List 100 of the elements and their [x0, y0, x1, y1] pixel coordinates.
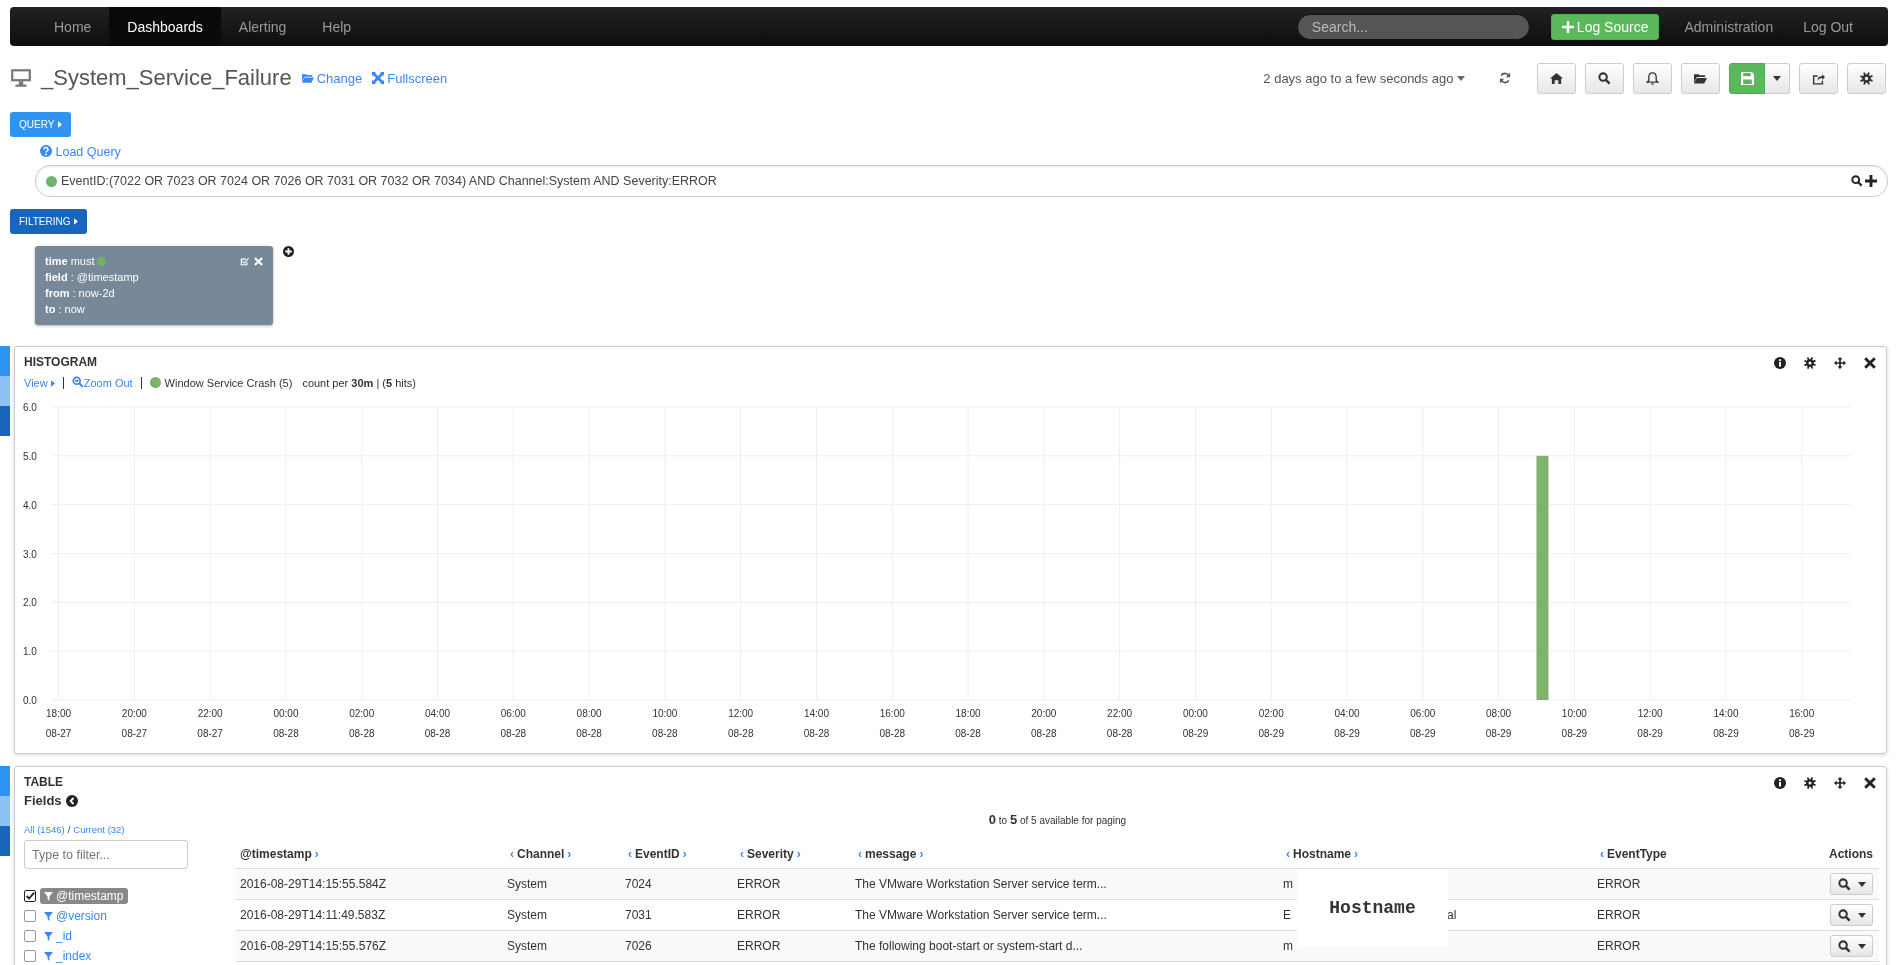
move-icon[interactable]: [1834, 777, 1846, 789]
table-cell: 7024: [625, 877, 652, 891]
caret-icon: [74, 218, 79, 225]
x-axis-label: 16:00 08-28: [879, 708, 906, 739]
x-axis-label: 06:00 08-28: [500, 708, 527, 739]
y-axis-label: 5.0: [23, 450, 37, 462]
x-axis-label: 04:00 08-28: [424, 708, 451, 739]
close-icon[interactable]: [1864, 357, 1876, 369]
column-header[interactable]: ‹ Hostname ›: [1283, 847, 1361, 861]
table-cell: The VMware Workstation Server service term...: [855, 908, 1107, 922]
info-icon[interactable]: [1774, 357, 1786, 369]
column-header[interactable]: ‹ EventID ›: [625, 847, 690, 861]
checkbox[interactable]: [24, 950, 36, 962]
close-icon[interactable]: [1864, 777, 1876, 789]
legend-label: Window Service Crash (5): [164, 376, 293, 389]
table-cell: ERROR: [737, 877, 781, 891]
edit-icon[interactable]: [240, 256, 249, 266]
expand-icon: [372, 72, 385, 84]
panel-title: TABLE: [24, 775, 64, 789]
column-header[interactable]: @timestamp ›: [240, 847, 322, 861]
nav-link[interactable]: Administration: [1669, 18, 1789, 35]
query-button[interactable]: QUERY: [10, 112, 72, 137]
settings-button[interactable]: [1847, 62, 1886, 94]
zoom-out-link[interactable]: Zoom Out: [71, 376, 133, 389]
x-axis-label: 20:00 08-28: [1031, 708, 1057, 739]
bell-button[interactable]: [1633, 62, 1672, 94]
search-icon: [1837, 908, 1851, 922]
nav-item[interactable]: Home: [36, 7, 110, 46]
nav-link[interactable]: Log Out: [1788, 18, 1868, 35]
settings-icon[interactable]: [1804, 357, 1816, 369]
view-link[interactable]: View: [24, 376, 55, 389]
column-header[interactable]: ‹ message ›: [855, 847, 927, 861]
caret-icon: [1773, 75, 1781, 81]
settings-icon[interactable]: [1804, 777, 1816, 789]
dashboard-link[interactable]: Change: [301, 70, 363, 86]
inspect-button[interactable]: [1830, 873, 1873, 895]
column-header[interactable]: ‹ Channel ›: [507, 847, 575, 861]
x-axis-label: 02:00 08-28: [348, 708, 375, 739]
nav-item[interactable]: Dashboards: [109, 7, 221, 46]
inspect-button[interactable]: [1830, 904, 1873, 926]
checkbox[interactable]: [24, 930, 36, 942]
caret-icon: [1857, 881, 1866, 887]
x-axis-label: 08:00 08-29: [1485, 708, 1512, 739]
bell-icon: [1646, 71, 1659, 85]
search-icon: [1837, 877, 1851, 891]
collapse-icon[interactable]: [65, 794, 78, 807]
time-range-picker[interactable]: 2 days ago to a few seconds ago: [1263, 70, 1465, 86]
current-fields-link[interactable]: Current (32): [73, 824, 125, 835]
search-button[interactable]: [1585, 62, 1624, 94]
table-cell: 2016-08-29T14:15:55.584Z: [240, 877, 387, 891]
x-axis-label: 22:00 08-28: [1106, 708, 1133, 739]
monitor-icon: [10, 68, 32, 88]
all-fields-link[interactable]: All (1546): [24, 824, 65, 835]
table-cell: ERROR: [1597, 908, 1641, 922]
save-button[interactable]: [1729, 62, 1765, 94]
y-axis-label: 1.0: [23, 646, 37, 658]
plus-icon[interactable]: [1865, 175, 1877, 187]
column-header[interactable]: Actions: [1829, 847, 1873, 861]
column-header[interactable]: ‹ Severity ›: [737, 847, 804, 861]
search-icon[interactable]: [1851, 175, 1863, 187]
x-axis-label: 18:00 08-27: [45, 708, 72, 739]
caret-icon: [58, 121, 63, 128]
table-cell: ERROR: [737, 908, 781, 922]
query-field[interactable]: EventID:(7022 OR 7023 OR 7024 OR 7026 OR 7031 OR 7032 OR 7034) AND Channel:System AND Severity:ERROR: [35, 165, 1888, 197]
dashboard-link[interactable]: Fullscreen: [372, 70, 448, 86]
panel-title: HISTOGRAM: [24, 355, 98, 369]
search-field[interactable]: Search...: [1296, 13, 1530, 40]
filtering-button[interactable]: FILTERING: [10, 209, 88, 234]
open-button[interactable]: [1681, 62, 1720, 94]
table-cell: The VMware Workstation Server service term...: [855, 877, 1107, 891]
field-item[interactable]: @timestamp: [40, 888, 128, 904]
field-item[interactable]: _id: [40, 928, 76, 944]
checkbox[interactable]: [24, 910, 36, 922]
table-cell: 2016-08-29T14:15:55.576Z: [240, 939, 387, 953]
field-item[interactable]: _index: [40, 948, 96, 964]
share-button[interactable]: [1799, 62, 1838, 94]
x-axis-label: 16:00 08-29: [1788, 708, 1815, 739]
table-cell: al: [1447, 908, 1457, 922]
home-button[interactable]: [1537, 62, 1576, 94]
load-query-link[interactable]: Load Query: [40, 145, 121, 159]
add-filter-icon[interactable]: [283, 246, 294, 257]
folder-icon: [301, 72, 314, 84]
inspect-button[interactable]: [1830, 935, 1873, 957]
move-icon[interactable]: [1834, 357, 1846, 369]
nav-item[interactable]: Help: [304, 7, 370, 46]
table-cell: 7026: [625, 939, 652, 953]
x-axis-label: 12:00 08-28: [727, 708, 754, 739]
nav-item[interactable]: Alerting: [220, 7, 305, 46]
checkbox[interactable]: [24, 890, 36, 902]
x-axis-label: 10:00 08-29: [1561, 708, 1588, 739]
separator: /: [67, 824, 71, 835]
x-axis-label: 18:00 08-28: [955, 708, 981, 739]
info-icon[interactable]: [1774, 777, 1786, 789]
field-item[interactable]: @version: [40, 908, 111, 924]
filter-field[interactable]: Type to filter...: [24, 840, 188, 869]
refresh-icon[interactable]: [1499, 72, 1511, 84]
hostname-overlay: Hostname: [1297, 869, 1448, 947]
column-header[interactable]: ‹ EventType: [1597, 847, 1667, 861]
x-axis-label: 08:00 08-28: [576, 708, 602, 739]
save-menu-button[interactable]: [1765, 62, 1790, 94]
